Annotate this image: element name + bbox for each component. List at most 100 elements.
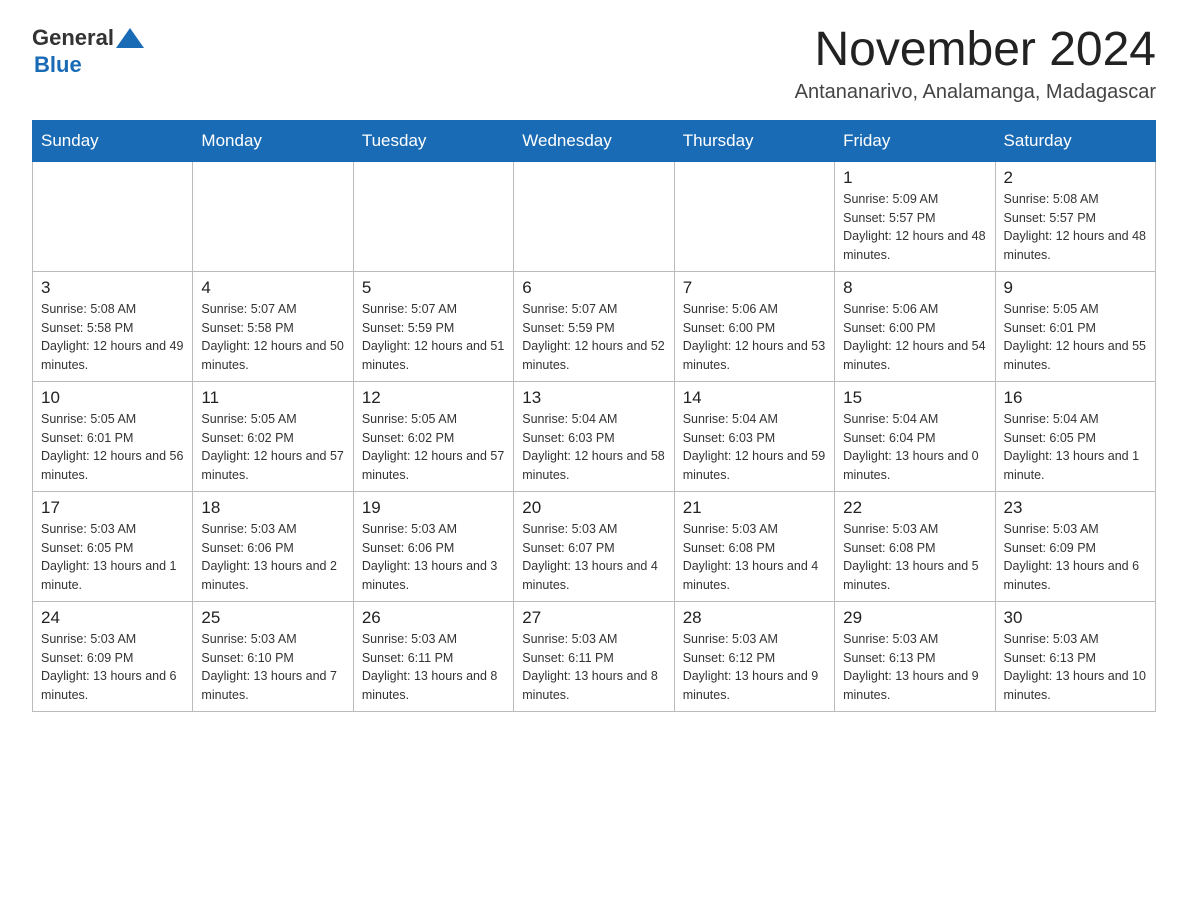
logo-general: General bbox=[32, 25, 114, 51]
day-number: 9 bbox=[1004, 278, 1147, 298]
table-row: 30Sunrise: 5:03 AMSunset: 6:13 PMDayligh… bbox=[995, 601, 1155, 711]
day-number: 16 bbox=[1004, 388, 1147, 408]
table-row bbox=[193, 161, 353, 271]
day-number: 11 bbox=[201, 388, 344, 408]
table-row: 19Sunrise: 5:03 AMSunset: 6:06 PMDayligh… bbox=[353, 491, 513, 601]
day-number: 24 bbox=[41, 608, 184, 628]
table-row: 13Sunrise: 5:04 AMSunset: 6:03 PMDayligh… bbox=[514, 381, 674, 491]
day-number: 6 bbox=[522, 278, 665, 298]
table-row: 17Sunrise: 5:03 AMSunset: 6:05 PMDayligh… bbox=[33, 491, 193, 601]
table-row: 7Sunrise: 5:06 AMSunset: 6:00 PMDaylight… bbox=[674, 271, 834, 381]
day-info: Sunrise: 5:05 AMSunset: 6:01 PMDaylight:… bbox=[1004, 300, 1147, 375]
day-number: 10 bbox=[41, 388, 184, 408]
day-info: Sunrise: 5:03 AMSunset: 6:12 PMDaylight:… bbox=[683, 630, 826, 705]
day-info: Sunrise: 5:08 AMSunset: 5:57 PMDaylight:… bbox=[1004, 190, 1147, 265]
table-row: 5Sunrise: 5:07 AMSunset: 5:59 PMDaylight… bbox=[353, 271, 513, 381]
day-number: 28 bbox=[683, 608, 826, 628]
table-row: 9Sunrise: 5:05 AMSunset: 6:01 PMDaylight… bbox=[995, 271, 1155, 381]
day-info: Sunrise: 5:03 AMSunset: 6:09 PMDaylight:… bbox=[1004, 520, 1147, 595]
day-info: Sunrise: 5:09 AMSunset: 5:57 PMDaylight:… bbox=[843, 190, 986, 265]
calendar-week-row: 3Sunrise: 5:08 AMSunset: 5:58 PMDaylight… bbox=[33, 271, 1156, 381]
table-row: 29Sunrise: 5:03 AMSunset: 6:13 PMDayligh… bbox=[835, 601, 995, 711]
day-number: 17 bbox=[41, 498, 184, 518]
table-row: 14Sunrise: 5:04 AMSunset: 6:03 PMDayligh… bbox=[674, 381, 834, 491]
title-area: November 2024 Antananarivo, Analamanga, … bbox=[795, 24, 1156, 104]
header-tuesday: Tuesday bbox=[353, 120, 513, 161]
header-thursday: Thursday bbox=[674, 120, 834, 161]
table-row: 20Sunrise: 5:03 AMSunset: 6:07 PMDayligh… bbox=[514, 491, 674, 601]
table-row: 11Sunrise: 5:05 AMSunset: 6:02 PMDayligh… bbox=[193, 381, 353, 491]
day-info: Sunrise: 5:05 AMSunset: 6:02 PMDaylight:… bbox=[362, 410, 505, 485]
calendar-header-row: Sunday Monday Tuesday Wednesday Thursday… bbox=[33, 120, 1156, 161]
day-info: Sunrise: 5:05 AMSunset: 6:02 PMDaylight:… bbox=[201, 410, 344, 485]
day-number: 27 bbox=[522, 608, 665, 628]
day-number: 22 bbox=[843, 498, 986, 518]
day-number: 2 bbox=[1004, 168, 1147, 188]
day-info: Sunrise: 5:06 AMSunset: 6:00 PMDaylight:… bbox=[843, 300, 986, 375]
day-number: 14 bbox=[683, 388, 826, 408]
header-wednesday: Wednesday bbox=[514, 120, 674, 161]
table-row: 12Sunrise: 5:05 AMSunset: 6:02 PMDayligh… bbox=[353, 381, 513, 491]
logo-icon bbox=[116, 24, 144, 52]
table-row: 22Sunrise: 5:03 AMSunset: 6:08 PMDayligh… bbox=[835, 491, 995, 601]
calendar-week-row: 10Sunrise: 5:05 AMSunset: 6:01 PMDayligh… bbox=[33, 381, 1156, 491]
day-info: Sunrise: 5:03 AMSunset: 6:09 PMDaylight:… bbox=[41, 630, 184, 705]
header-sunday: Sunday bbox=[33, 120, 193, 161]
day-info: Sunrise: 5:07 AMSunset: 5:59 PMDaylight:… bbox=[522, 300, 665, 375]
calendar-week-row: 24Sunrise: 5:03 AMSunset: 6:09 PMDayligh… bbox=[33, 601, 1156, 711]
calendar-week-row: 17Sunrise: 5:03 AMSunset: 6:05 PMDayligh… bbox=[33, 491, 1156, 601]
day-info: Sunrise: 5:04 AMSunset: 6:04 PMDaylight:… bbox=[843, 410, 986, 485]
table-row bbox=[33, 161, 193, 271]
calendar-week-row: 1Sunrise: 5:09 AMSunset: 5:57 PMDaylight… bbox=[33, 161, 1156, 271]
table-row: 6Sunrise: 5:07 AMSunset: 5:59 PMDaylight… bbox=[514, 271, 674, 381]
logo: General Blue bbox=[32, 24, 144, 78]
day-number: 8 bbox=[843, 278, 986, 298]
calendar-subtitle: Antananarivo, Analamanga, Madagascar bbox=[795, 81, 1156, 104]
header-saturday: Saturday bbox=[995, 120, 1155, 161]
header-friday: Friday bbox=[835, 120, 995, 161]
table-row: 15Sunrise: 5:04 AMSunset: 6:04 PMDayligh… bbox=[835, 381, 995, 491]
day-info: Sunrise: 5:03 AMSunset: 6:08 PMDaylight:… bbox=[843, 520, 986, 595]
table-row: 27Sunrise: 5:03 AMSunset: 6:11 PMDayligh… bbox=[514, 601, 674, 711]
table-row: 2Sunrise: 5:08 AMSunset: 5:57 PMDaylight… bbox=[995, 161, 1155, 271]
table-row: 25Sunrise: 5:03 AMSunset: 6:10 PMDayligh… bbox=[193, 601, 353, 711]
day-number: 19 bbox=[362, 498, 505, 518]
day-number: 18 bbox=[201, 498, 344, 518]
day-info: Sunrise: 5:03 AMSunset: 6:13 PMDaylight:… bbox=[843, 630, 986, 705]
table-row: 10Sunrise: 5:05 AMSunset: 6:01 PMDayligh… bbox=[33, 381, 193, 491]
day-info: Sunrise: 5:03 AMSunset: 6:11 PMDaylight:… bbox=[522, 630, 665, 705]
day-number: 3 bbox=[41, 278, 184, 298]
day-info: Sunrise: 5:04 AMSunset: 6:03 PMDaylight:… bbox=[522, 410, 665, 485]
table-row: 8Sunrise: 5:06 AMSunset: 6:00 PMDaylight… bbox=[835, 271, 995, 381]
table-row: 16Sunrise: 5:04 AMSunset: 6:05 PMDayligh… bbox=[995, 381, 1155, 491]
day-number: 4 bbox=[201, 278, 344, 298]
day-number: 30 bbox=[1004, 608, 1147, 628]
calendar-title: November 2024 bbox=[795, 24, 1156, 77]
table-row bbox=[514, 161, 674, 271]
table-row: 23Sunrise: 5:03 AMSunset: 6:09 PMDayligh… bbox=[995, 491, 1155, 601]
page-header: General Blue November 2024 Antananarivo,… bbox=[32, 24, 1156, 104]
table-row: 18Sunrise: 5:03 AMSunset: 6:06 PMDayligh… bbox=[193, 491, 353, 601]
day-info: Sunrise: 5:07 AMSunset: 5:59 PMDaylight:… bbox=[362, 300, 505, 375]
logo-blue: Blue bbox=[34, 52, 82, 78]
table-row: 1Sunrise: 5:09 AMSunset: 5:57 PMDaylight… bbox=[835, 161, 995, 271]
day-number: 15 bbox=[843, 388, 986, 408]
day-number: 5 bbox=[362, 278, 505, 298]
table-row: 24Sunrise: 5:03 AMSunset: 6:09 PMDayligh… bbox=[33, 601, 193, 711]
table-row: 3Sunrise: 5:08 AMSunset: 5:58 PMDaylight… bbox=[33, 271, 193, 381]
day-info: Sunrise: 5:07 AMSunset: 5:58 PMDaylight:… bbox=[201, 300, 344, 375]
day-number: 7 bbox=[683, 278, 826, 298]
table-row bbox=[674, 161, 834, 271]
table-row: 28Sunrise: 5:03 AMSunset: 6:12 PMDayligh… bbox=[674, 601, 834, 711]
day-number: 25 bbox=[201, 608, 344, 628]
day-number: 12 bbox=[362, 388, 505, 408]
day-number: 29 bbox=[843, 608, 986, 628]
table-row: 21Sunrise: 5:03 AMSunset: 6:08 PMDayligh… bbox=[674, 491, 834, 601]
table-row bbox=[353, 161, 513, 271]
day-info: Sunrise: 5:03 AMSunset: 6:06 PMDaylight:… bbox=[201, 520, 344, 595]
calendar-table: Sunday Monday Tuesday Wednesday Thursday… bbox=[32, 120, 1156, 712]
day-info: Sunrise: 5:03 AMSunset: 6:07 PMDaylight:… bbox=[522, 520, 665, 595]
day-info: Sunrise: 5:03 AMSunset: 6:08 PMDaylight:… bbox=[683, 520, 826, 595]
day-info: Sunrise: 5:03 AMSunset: 6:10 PMDaylight:… bbox=[201, 630, 344, 705]
header-monday: Monday bbox=[193, 120, 353, 161]
